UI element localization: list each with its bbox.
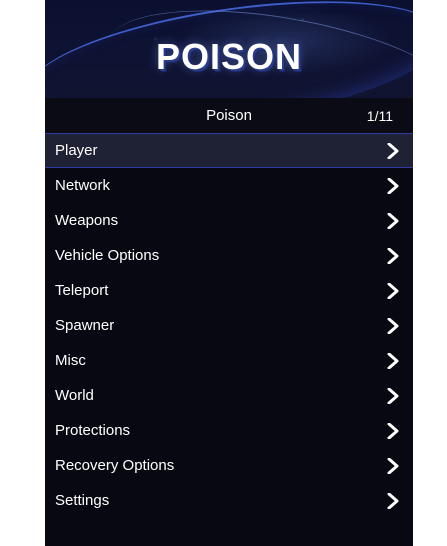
menu-item-weapons[interactable]: Weapons xyxy=(45,203,413,238)
chevron-right-icon xyxy=(383,141,403,161)
menu-item-teleport[interactable]: Teleport xyxy=(45,273,413,308)
menu-item-player[interactable]: Player xyxy=(45,133,413,168)
menu-item-counter: 1/11 xyxy=(366,107,393,124)
chevron-right-icon xyxy=(383,176,403,196)
menu-item-label: Player xyxy=(55,142,98,159)
menu-item-label: Recovery Options xyxy=(55,457,175,474)
menu-item-label: Settings xyxy=(55,492,110,509)
menu-items: Player Network Weapons Vehicle Options T xyxy=(45,133,413,518)
menu-banner: POISON xyxy=(45,0,413,98)
chevron-right-icon xyxy=(383,316,403,336)
chevron-right-icon xyxy=(383,421,403,441)
menu-item-settings[interactable]: Settings xyxy=(45,483,413,518)
chevron-right-icon xyxy=(383,281,403,301)
chevron-right-icon xyxy=(383,491,403,511)
chevron-right-icon xyxy=(383,386,403,406)
chevron-right-icon xyxy=(383,211,403,231)
menu-item-label: Spawner xyxy=(55,317,115,334)
menu-item-recovery-options[interactable]: Recovery Options xyxy=(45,448,413,483)
chevron-right-icon xyxy=(383,246,403,266)
menu-item-label: Vehicle Options xyxy=(55,247,160,264)
trainer-menu-panel: POISON Poison 1/11 Player Network Weapon… xyxy=(45,0,413,546)
menu-item-protections[interactable]: Protections xyxy=(45,413,413,448)
banner-logo-text: POISON xyxy=(155,36,303,77)
menu-header: Poison 1/11 xyxy=(45,98,413,133)
menu-item-vehicle-options[interactable]: Vehicle Options xyxy=(45,238,413,273)
menu-item-label: Network xyxy=(55,177,111,194)
menu-item-label: Weapons xyxy=(55,212,119,229)
menu-item-spawner[interactable]: Spawner xyxy=(45,308,413,343)
menu-title: Poison xyxy=(206,107,252,124)
menu-item-label: Protections xyxy=(55,422,131,439)
menu-item-label: Teleport xyxy=(55,282,109,299)
chevron-right-icon xyxy=(383,456,403,476)
menu-item-misc[interactable]: Misc xyxy=(45,343,413,378)
menu-item-label: World xyxy=(55,387,94,404)
chevron-right-icon xyxy=(383,351,403,371)
menu-item-network[interactable]: Network xyxy=(45,168,413,203)
menu-item-world[interactable]: World xyxy=(45,378,413,413)
menu-item-label: Misc xyxy=(55,352,86,369)
